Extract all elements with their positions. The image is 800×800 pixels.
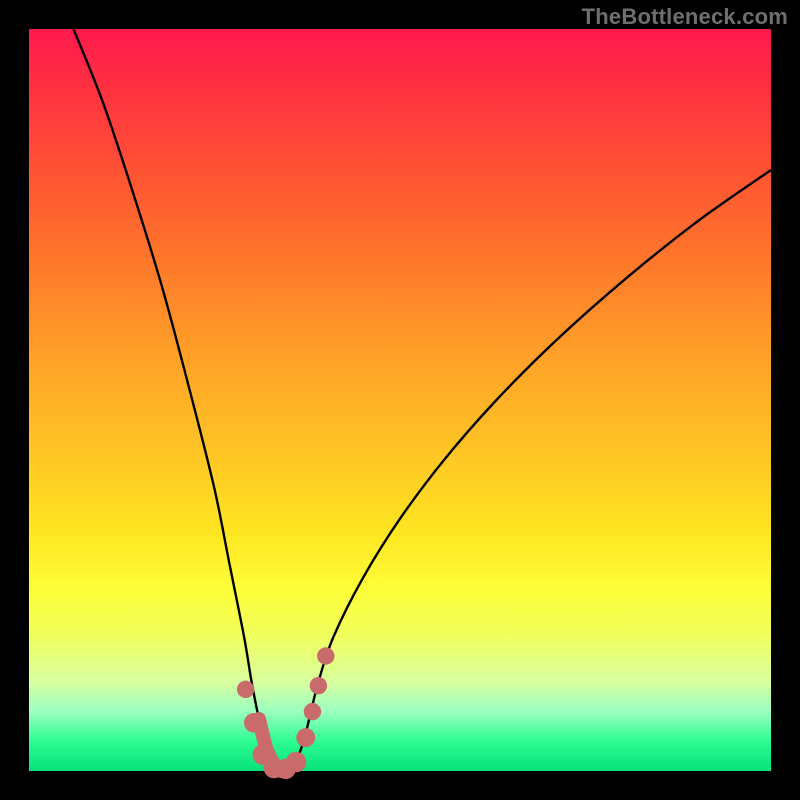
chart-marker [310,677,327,694]
watermark-text: TheBottleneck.com [582,4,788,30]
chart-marker [237,681,254,698]
chart-markers [237,647,335,779]
chart-marker [317,647,334,664]
chart-marker [244,713,264,733]
chart-frame: TheBottleneck.com [0,0,800,800]
chart-marker [286,752,306,772]
bottleneck-curve [74,29,771,771]
chart-svg [29,29,771,771]
chart-marker [304,703,321,720]
chart-plot-area [29,29,771,771]
chart-marker [296,728,315,747]
